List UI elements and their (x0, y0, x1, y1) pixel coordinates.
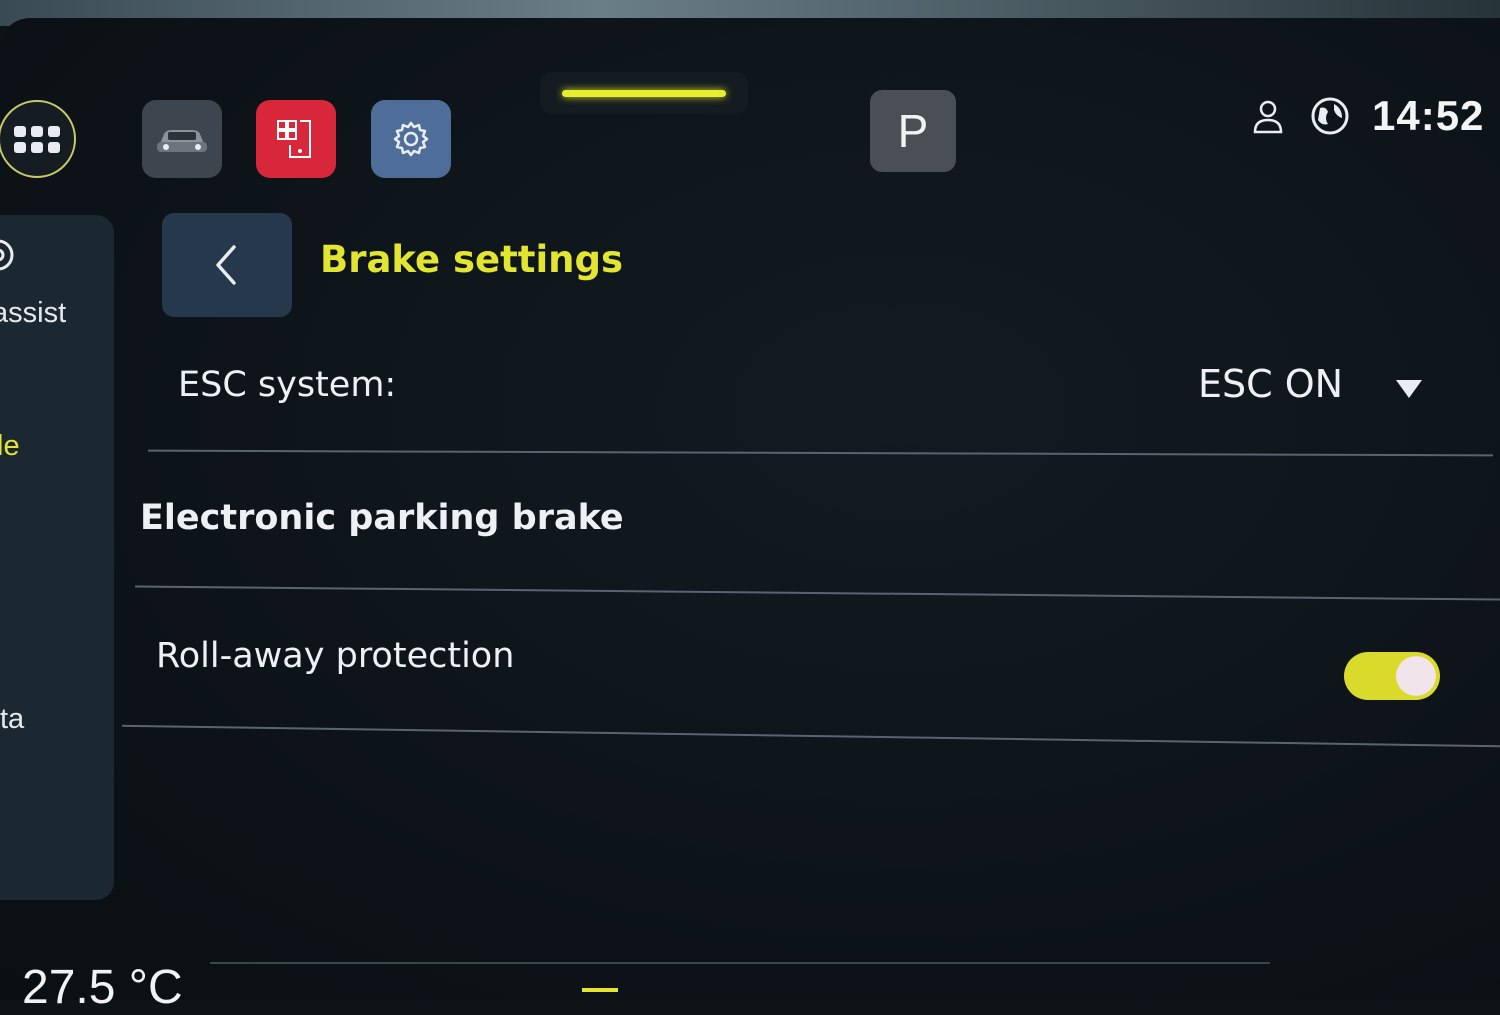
notification-drag-handle[interactable] (540, 72, 748, 114)
app-menu-button[interactable] (0, 100, 76, 178)
sidebar-item-vehicle[interactable]: le (0, 430, 20, 463)
status-area: 14:52 (1248, 92, 1484, 140)
bottom-active-indicator (582, 988, 618, 992)
settings-sidebar: assist le ta (0, 215, 114, 900)
globe-icon[interactable] (1310, 96, 1350, 136)
sidebar-item-assist[interactable]: assist (0, 297, 66, 330)
temperature-readout[interactable]: 27.5 °C (22, 960, 183, 1015)
assist-icon (0, 239, 14, 271)
back-button[interactable] (162, 213, 292, 317)
bottom-climate-bar (210, 962, 1270, 1004)
phone-icon (277, 120, 311, 158)
user-profile-icon[interactable] (1248, 96, 1288, 136)
chevron-left-icon (216, 245, 236, 285)
section-heading-parking-brake: Electronic parking brake (140, 498, 624, 538)
esc-system-dropdown[interactable]: ESC ON (1198, 362, 1343, 406)
vehicle-tile-button[interactable] (142, 100, 222, 178)
car-icon (157, 130, 207, 152)
gear-icon (393, 121, 429, 157)
roll-away-protection-toggle[interactable] (1344, 652, 1440, 700)
page-title: Brake settings (320, 238, 624, 281)
gear-indicator-badge: P (870, 90, 956, 172)
toggle-knob (1396, 656, 1436, 696)
apps-grid-icon (14, 125, 60, 153)
settings-tile-button[interactable] (371, 100, 451, 178)
esc-system-label: ESC system: (178, 365, 397, 405)
sidebar-item-data[interactable]: ta (0, 703, 24, 736)
chevron-down-icon[interactable] (1396, 380, 1422, 398)
phone-tile-button[interactable] (256, 100, 336, 178)
clock: 14:52 (1372, 92, 1485, 139)
roll-away-protection-label: Roll-away protection (156, 636, 515, 676)
